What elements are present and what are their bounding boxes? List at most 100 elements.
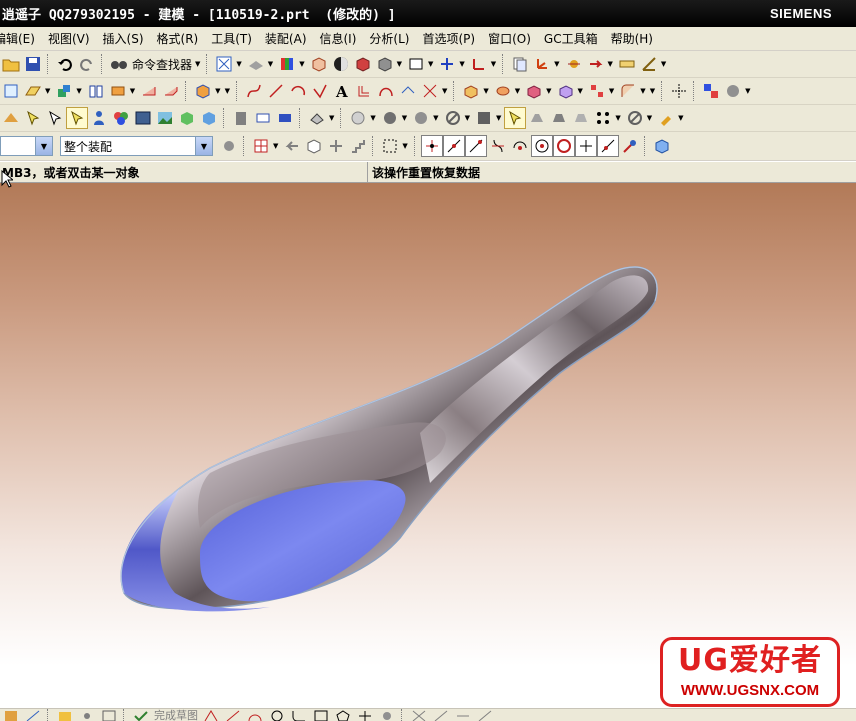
chevron-down-icon[interactable]: ▼ xyxy=(745,87,750,95)
chevron-down-icon[interactable]: ▼ xyxy=(647,114,652,122)
chevron-down-icon[interactable]: ▼ xyxy=(370,114,375,122)
copy-display-icon[interactable] xyxy=(510,54,530,74)
menu-preferences[interactable]: 首选项(P) xyxy=(416,30,482,47)
curve-offset-icon[interactable] xyxy=(354,81,374,101)
project-curve-icon[interactable] xyxy=(398,81,418,101)
dots-icon[interactable] xyxy=(593,108,613,128)
blend-icon[interactable] xyxy=(139,81,159,101)
image-icon[interactable] xyxy=(155,108,175,128)
chevron-down-icon[interactable]: ▼ xyxy=(433,114,438,122)
chevron-down-icon[interactable]: ▼ xyxy=(195,137,212,155)
intersection-snap-icon[interactable] xyxy=(488,136,508,156)
chevron-down-icon[interactable]: ▼ xyxy=(428,60,433,68)
menu-information[interactable]: 信息(I) xyxy=(314,30,364,47)
chevron-down-icon[interactable]: ▼ xyxy=(608,60,613,68)
alternate-solution-icon[interactable] xyxy=(475,709,495,721)
grid-tool-icon[interactable] xyxy=(99,709,119,721)
sketch-icon[interactable] xyxy=(1,81,21,101)
spline-icon[interactable] xyxy=(244,81,264,101)
endpoint-snap-icon[interactable] xyxy=(420,135,443,157)
marquee-select-icon[interactable] xyxy=(380,136,400,156)
active-highlight-icon[interactable] xyxy=(504,107,527,129)
menu-tools[interactable]: 工具(T) xyxy=(205,30,259,47)
chevron-down-icon[interactable]: ▼ xyxy=(465,114,470,122)
chevron-down-icon[interactable]: ▼ xyxy=(661,60,666,68)
arc-icon[interactable] xyxy=(288,81,308,101)
sphere-icon[interactable] xyxy=(348,108,368,128)
command-finder-label[interactable]: 命令查找器 xyxy=(132,56,192,73)
unite-icon[interactable] xyxy=(524,81,544,101)
chevron-down-icon[interactable]: ▼ xyxy=(442,87,447,95)
datum-plane-icon[interactable] xyxy=(23,81,43,101)
stairs-icon[interactable] xyxy=(348,136,368,156)
rectangle-select-icon[interactable] xyxy=(406,54,426,74)
open-folder-icon[interactable] xyxy=(1,54,21,74)
no-entry-icon[interactable] xyxy=(443,108,463,128)
graphics-window[interactable]: UG爱好者 WWW.UGSNX.COM xyxy=(0,183,856,708)
red-box-icon[interactable] xyxy=(353,54,373,74)
orange-block-icon[interactable] xyxy=(108,81,128,101)
redo-icon[interactable] xyxy=(77,54,97,74)
chevron-down-icon[interactable]: ▼ xyxy=(483,87,488,95)
blue-cube-icon[interactable] xyxy=(652,136,672,156)
assembly-icon[interactable] xyxy=(54,81,74,101)
component-icon[interactable] xyxy=(571,108,591,128)
chevron-down-icon[interactable]: ▼ xyxy=(225,87,230,95)
grey-sphere-icon[interactable] xyxy=(411,108,431,128)
cube-color-icon[interactable] xyxy=(199,108,219,128)
palette-icon[interactable] xyxy=(701,81,721,101)
chevron-down-icon[interactable]: ▼ xyxy=(195,60,200,68)
chevron-down-icon[interactable]: ▼ xyxy=(215,87,220,95)
chevron-down-icon[interactable]: ▼ xyxy=(402,142,407,150)
show-constraints-icon[interactable] xyxy=(453,709,473,721)
chevron-down-icon[interactable]: ▼ xyxy=(650,87,655,95)
chevron-down-icon[interactable]: ▼ xyxy=(273,142,278,150)
filter-gears-icon[interactable] xyxy=(219,136,239,156)
chevron-down-icon[interactable]: ▼ xyxy=(236,60,241,68)
sketch-arc-icon[interactable] xyxy=(245,709,265,721)
revolve-icon[interactable] xyxy=(493,81,513,101)
chevron-down-icon[interactable]: ▼ xyxy=(554,60,559,68)
intersect-curve-icon[interactable] xyxy=(420,81,440,101)
menu-help[interactable]: 帮助(H) xyxy=(605,30,660,47)
box-select-icon[interactable] xyxy=(304,136,324,156)
chevron-down-icon[interactable]: ▼ xyxy=(678,114,683,122)
coordinate-system-icon[interactable] xyxy=(532,54,552,74)
menu-assemblies[interactable]: 装配(A) xyxy=(259,30,314,47)
chevron-down-icon[interactable]: ▼ xyxy=(329,114,334,122)
studio-icon[interactable] xyxy=(133,108,153,128)
chevron-down-icon[interactable]: ▼ xyxy=(130,87,135,95)
network-icon[interactable] xyxy=(326,136,346,156)
menu-analysis[interactable]: 分析(L) xyxy=(363,30,416,47)
no-symbol-icon[interactable] xyxy=(625,108,645,128)
menu-insert[interactable]: 插入(S) xyxy=(97,30,151,47)
binoculars-icon[interactable] xyxy=(109,54,129,74)
point-tool-icon[interactable] xyxy=(77,709,97,721)
block-feature-icon[interactable] xyxy=(193,81,213,101)
box-view-icon[interactable] xyxy=(309,54,329,74)
sketch-rectangle-icon[interactable] xyxy=(311,709,331,721)
chevron-down-icon[interactable]: ▼ xyxy=(299,60,304,68)
color-palette-icon[interactable] xyxy=(277,54,297,74)
layer-settings-icon[interactable] xyxy=(214,54,234,74)
grey-box-icon[interactable] xyxy=(375,54,395,74)
sketch-trim-icon[interactable] xyxy=(355,709,375,721)
chevron-down-icon[interactable]: ▼ xyxy=(459,60,464,68)
point-on-curve-snap-icon[interactable] xyxy=(574,135,597,157)
snap-grid-icon[interactable] xyxy=(669,81,689,101)
shell-icon[interactable] xyxy=(556,81,576,101)
surface-icon[interactable] xyxy=(1,108,21,128)
brush-icon[interactable] xyxy=(656,108,676,128)
chevron-down-icon[interactable]: ▼ xyxy=(491,60,496,68)
polyline-icon[interactable] xyxy=(310,81,330,101)
render-icon[interactable] xyxy=(275,108,295,128)
sketch-polygon-icon[interactable] xyxy=(333,709,353,721)
geometric-constraint-icon[interactable] xyxy=(431,709,451,721)
menu-view[interactable]: 视图(V) xyxy=(42,30,97,47)
chevron-down-icon[interactable]: ▼ xyxy=(609,87,614,95)
sketch-line-icon[interactable] xyxy=(223,709,243,721)
finish-sketch-label[interactable]: 完成草图 xyxy=(154,709,198,721)
dark-sphere-icon[interactable] xyxy=(380,108,400,128)
dark-square-icon[interactable] xyxy=(474,108,494,128)
face-icon[interactable] xyxy=(527,108,547,128)
